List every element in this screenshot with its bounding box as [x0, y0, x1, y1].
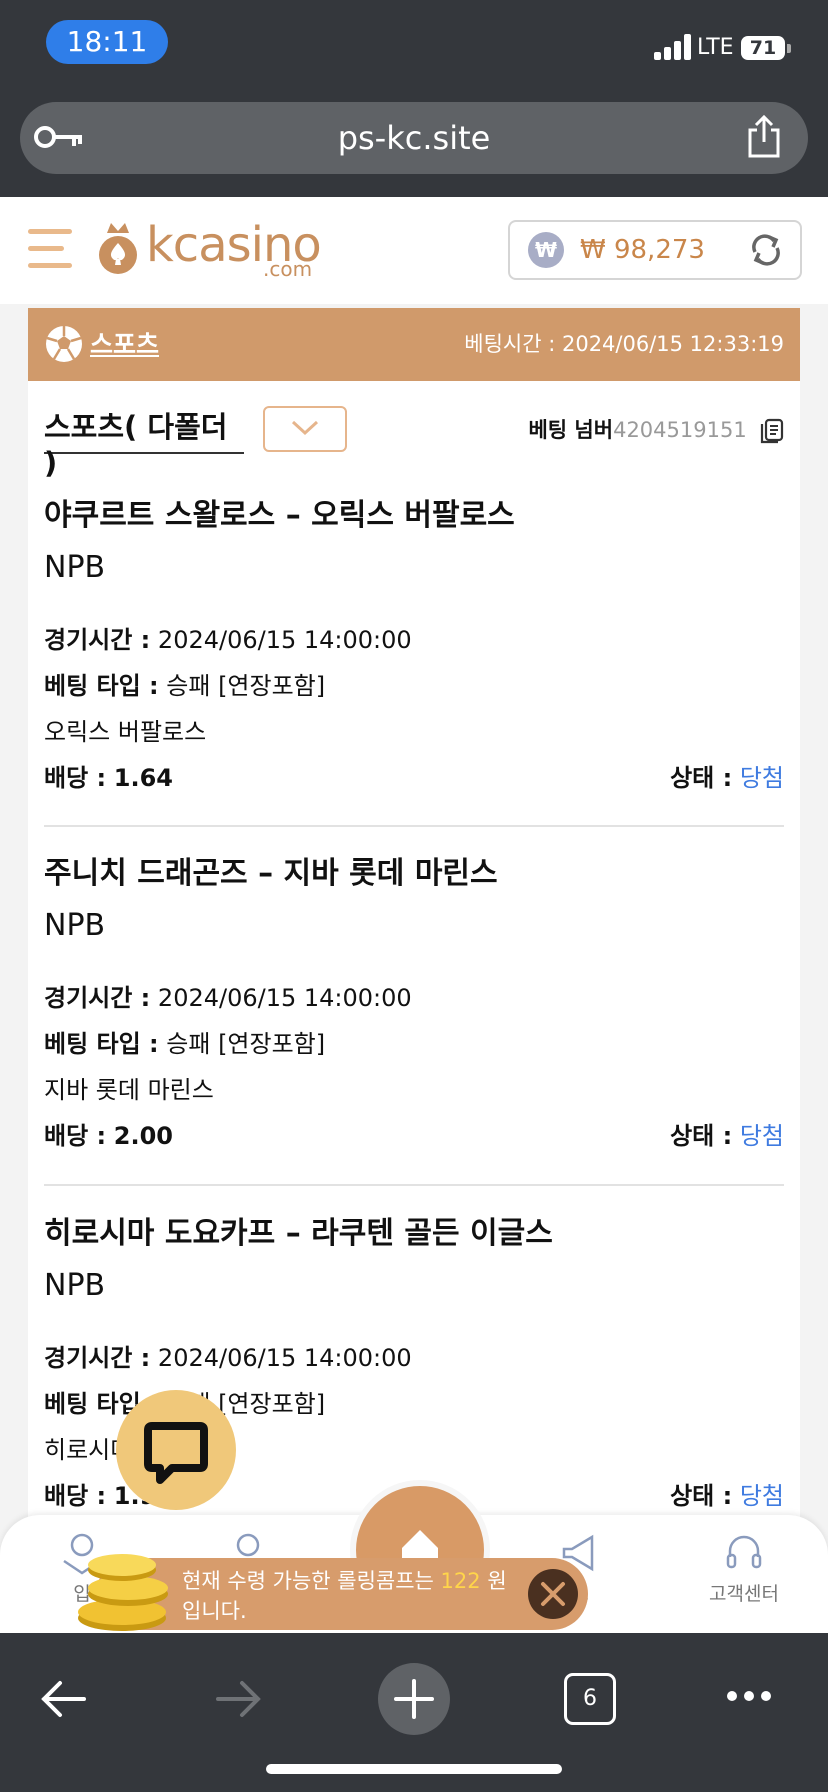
bet-time: 베팅시간 : 2024/06/15 12:33:19 — [464, 332, 784, 356]
status-label: 상태 : — [670, 1482, 733, 1510]
network-label: LTE — [697, 35, 734, 60]
tab-sports-multi[interactable]: 스포츠( 다폴더 ) — [44, 404, 244, 480]
browser-toolbar: 6 — [0, 1633, 828, 1792]
battery-tip — [787, 44, 791, 53]
odds-label: 배당 : — [44, 1482, 107, 1510]
logo-sub: .com — [263, 257, 313, 281]
url-bar[interactable]: ps-kc.site — [20, 102, 808, 174]
menu-icon[interactable] — [28, 227, 72, 271]
match-item: 야쿠르트 스왈로스 – 오릭스 버팔로스 NPB 경기시간 : 2024/06/… — [44, 490, 784, 810]
bet-number: 베팅 넘버4204519151 — [528, 414, 784, 444]
match-time-label: 경기시간 : — [44, 1344, 151, 1372]
nav-support-label: 고객센터 — [709, 1583, 779, 1605]
browser-url-area: ps-kc.site — [0, 86, 828, 197]
match-item: 주니치 드래곤즈 – 지바 롯데 마린스 NPB 경기시간 : 2024/06/… — [44, 848, 784, 1168]
status-value: 당첨 — [739, 764, 784, 792]
status-label: 상태 : — [670, 1122, 733, 1150]
site-header: kcasino .com ₩ ₩ 98,273 — [0, 197, 828, 304]
divider — [44, 1184, 784, 1186]
balance-box: ₩ ₩ 98,273 — [508, 220, 802, 280]
status-label: 상태 : — [670, 764, 733, 792]
match-league: NPB — [44, 908, 106, 943]
bet-type: 승패 [연장포함] — [166, 672, 326, 700]
odds-row: 배당 : 1.64 — [44, 758, 173, 793]
more-icon[interactable] — [726, 1689, 772, 1703]
back-arrow-icon[interactable] — [38, 1677, 88, 1721]
toast-amount: 122 — [440, 1569, 481, 1593]
odds-row: 배당 : 2.00 — [44, 1116, 173, 1151]
match-league: NPB — [44, 550, 106, 585]
toast-close-button[interactable] — [528, 1569, 578, 1619]
bet-type-row: 베팅 타입 : 승패 [연장포함] — [44, 1024, 325, 1059]
match-time-label: 경기시간 : — [44, 626, 151, 654]
bet-type-row: 베팅 타입 : 승패 [연장포함] — [44, 666, 325, 701]
copy-icon[interactable] — [760, 418, 784, 444]
url-text[interactable]: ps-kc.site — [20, 102, 808, 174]
logo-emblem-icon — [99, 223, 137, 274]
status-value: 당첨 — [739, 1482, 784, 1510]
card-header: 스포츠 베팅시간 : 2024/06/15 12:33:19 — [28, 308, 800, 381]
match-title: 야쿠르트 스왈로스 – 오릭스 버팔로스 — [44, 498, 515, 533]
home-indicator — [266, 1764, 562, 1774]
bet-detail-card: 스포츠 베팅시간 : 2024/06/15 12:33:19 스포츠( 다폴더 … — [28, 308, 800, 1568]
match-league: NPB — [44, 1268, 106, 1303]
odds-value: 1.64 — [113, 764, 173, 792]
soccer-ball-icon — [46, 326, 82, 362]
share-icon[interactable] — [744, 114, 784, 160]
live-chat-button[interactable] — [116, 1390, 236, 1510]
bet-pick: 지바 롯데 마린스 — [44, 1076, 214, 1104]
new-tab-icon[interactable] — [378, 1663, 450, 1735]
status-row: 상태 : 당첨 — [670, 758, 784, 793]
balance-amount: ₩ 98,273 — [580, 235, 705, 265]
signal-icon — [654, 34, 694, 60]
dropdown-button[interactable] — [263, 406, 347, 452]
gold-coins-icon — [78, 1554, 168, 1631]
card-title: 스포츠 — [90, 330, 160, 359]
match-time-row: 경기시간 : 2024/06/15 14:00:00 — [44, 620, 412, 655]
bet-type: 승패 [연장포함] — [166, 1030, 326, 1058]
bet-number-label: 베팅 넘버 — [528, 418, 614, 442]
status-row: 상태 : 당첨 — [670, 1476, 784, 1511]
odds-label: 배당 : — [44, 764, 107, 792]
match-title: 주니치 드래곤즈 – 지바 롯데 마린스 — [44, 856, 498, 891]
status-time: 18:11 — [46, 20, 168, 64]
status-value: 당첨 — [739, 1122, 784, 1150]
tabs-button[interactable]: 6 — [564, 1673, 616, 1725]
kcasino-logo[interactable]: kcasino .com — [95, 217, 325, 281]
battery-icon: 71 — [741, 36, 785, 60]
toast-text: 현재 수령 가능한 롤링콤프는 122 원 입니다. — [182, 1566, 512, 1626]
refresh-icon[interactable] — [748, 232, 784, 268]
close-icon — [541, 1582, 565, 1606]
match-time-row: 경기시간 : 2024/06/15 14:00:00 — [44, 1338, 412, 1373]
bet-type-label: 베팅 타입 : — [44, 672, 159, 700]
forward-arrow-icon[interactable] — [214, 1677, 264, 1721]
bet-type-label: 베팅 타입 : — [44, 1030, 159, 1058]
odds-value: 2.00 — [113, 1122, 173, 1150]
match-time: 2024/06/15 14:00:00 — [157, 626, 412, 654]
divider — [44, 825, 784, 827]
chat-bubble-icon — [144, 1422, 208, 1484]
match-title: 히로시마 도요카프 – 라쿠텐 골든 이글스 — [44, 1216, 553, 1251]
match-time-label: 경기시간 : — [44, 984, 151, 1012]
bet-pick: 오릭스 버팔로스 — [44, 718, 207, 746]
status-row: 상태 : 당첨 — [670, 1116, 784, 1151]
toast-text-before: 현재 수령 가능한 롤링콤프는 — [182, 1569, 441, 1593]
match-time: 2024/06/15 14:00:00 — [157, 1344, 412, 1372]
bet-number-value: 4204519151 — [613, 418, 747, 442]
match-time: 2024/06/15 14:00:00 — [157, 984, 412, 1012]
match-time-row: 경기시간 : 2024/06/15 14:00:00 — [44, 978, 412, 1013]
odds-label: 배당 : — [44, 1122, 107, 1150]
status-bar: 18:11 LTE 71 — [0, 0, 828, 86]
chevron-down-icon — [291, 420, 319, 436]
nav-support[interactable]: 고객센터 — [684, 1531, 804, 1606]
headset-icon — [726, 1535, 762, 1569]
won-icon: ₩ — [528, 232, 564, 268]
